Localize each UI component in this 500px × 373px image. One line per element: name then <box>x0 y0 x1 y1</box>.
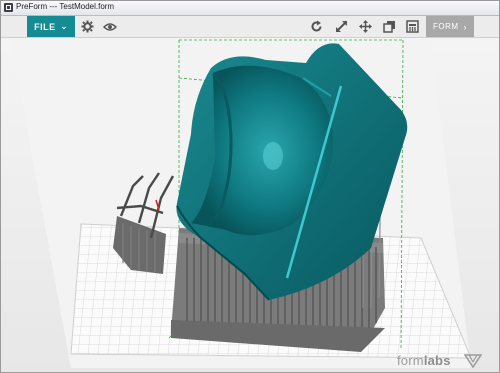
formlabs-logo-icon <box>464 354 482 368</box>
title-bar: PreForm --- TestModel.form <box>1 1 499 16</box>
chevron-right-icon: › <box>463 21 468 32</box>
3d-viewport[interactable] <box>1 38 499 372</box>
move-icon[interactable] <box>357 18 374 35</box>
scene-render <box>11 39 472 368</box>
layers-icon[interactable] <box>381 18 398 35</box>
file-menu-label: FILE <box>34 21 56 32</box>
form-panel-label: FORM <box>432 22 459 31</box>
file-menu-button[interactable]: FILE ⌄ <box>27 16 75 37</box>
rotate-icon[interactable] <box>308 18 325 35</box>
app-icon <box>4 3 13 12</box>
formlabs-logo-text: formlabs <box>397 353 451 368</box>
eye-icon[interactable] <box>101 18 118 35</box>
form-panel-button[interactable]: FORM › <box>426 16 474 37</box>
scale-icon[interactable] <box>333 18 350 35</box>
chevron-down-icon: ⌄ <box>60 22 68 31</box>
settings-icon[interactable] <box>79 18 96 35</box>
toolbar: FILE ⌄ FORM › <box>1 16 499 38</box>
preform-window: PreForm --- TestModel.form FILE ⌄ FORM ›… <box>0 0 500 373</box>
print-icon[interactable] <box>404 18 421 35</box>
window-title: PreForm --- TestModel.form <box>16 2 115 11</box>
